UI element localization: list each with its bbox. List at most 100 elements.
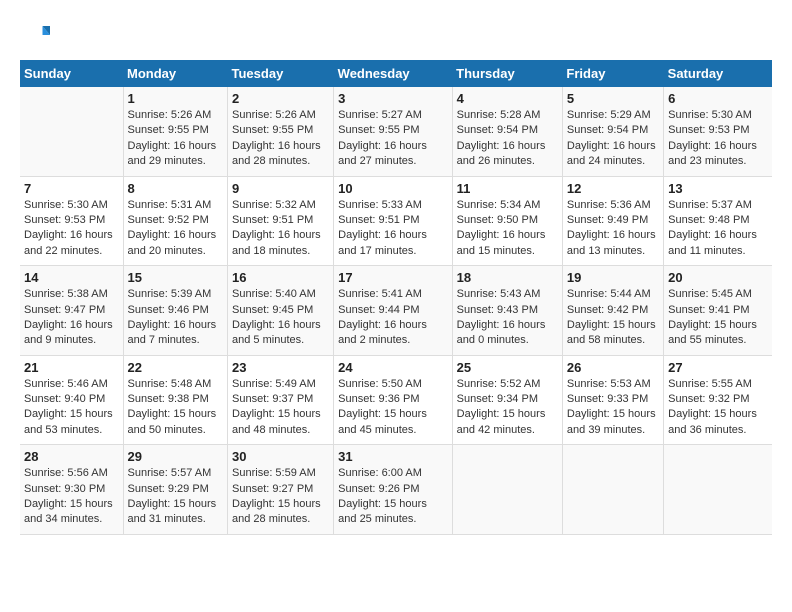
calendar-cell: 31 Sunrise: 6:00 AMSunset: 9:26 PMDayligh… bbox=[334, 445, 453, 535]
day-number: 14 bbox=[24, 270, 119, 285]
calendar-cell: 19 Sunrise: 5:44 AMSunset: 9:42 PMDayligh… bbox=[562, 266, 663, 356]
cell-info: Sunrise: 5:53 AMSunset: 9:33 PMDaylight:… bbox=[567, 377, 659, 439]
day-number: 7 bbox=[24, 181, 119, 196]
cell-info: Sunrise: 5:38 AMSunset: 9:47 PMDaylight:… bbox=[24, 287, 119, 349]
cell-info: Sunrise: 5:57 AMSunset: 9:29 PMDaylight:… bbox=[128, 466, 224, 528]
day-number: 4 bbox=[457, 91, 558, 106]
day-number: 24 bbox=[338, 360, 448, 375]
header-row: SundayMondayTuesdayWednesdayThursdayFrid… bbox=[20, 60, 772, 87]
cell-info: Sunrise: 6:00 AMSunset: 9:26 PMDaylight:… bbox=[338, 466, 448, 528]
header-day-wednesday: Wednesday bbox=[334, 60, 453, 87]
logo bbox=[20, 20, 54, 50]
day-number: 9 bbox=[232, 181, 329, 196]
week-row-3: 21 Sunrise: 5:46 AMSunset: 9:40 PMDayligh… bbox=[20, 355, 772, 445]
calendar-cell: 7 Sunrise: 5:30 AMSunset: 9:53 PMDaylight… bbox=[20, 176, 123, 266]
calendar-cell: 20 Sunrise: 5:45 AMSunset: 9:41 PMDayligh… bbox=[664, 266, 772, 356]
day-number: 21 bbox=[24, 360, 119, 375]
cell-info: Sunrise: 5:55 AMSunset: 9:32 PMDaylight:… bbox=[668, 377, 768, 439]
calendar-cell: 11 Sunrise: 5:34 AMSunset: 9:50 PMDayligh… bbox=[452, 176, 562, 266]
day-number: 18 bbox=[457, 270, 558, 285]
day-number: 10 bbox=[338, 181, 448, 196]
calendar-cell: 14 Sunrise: 5:38 AMSunset: 9:47 PMDayligh… bbox=[20, 266, 123, 356]
calendar-cell: 23Sunrise: 5:49 AMSunset: 9:37 PMDayligh… bbox=[228, 355, 334, 445]
cell-info: Sunrise: 5:30 AMSunset: 9:53 PMDaylight:… bbox=[24, 198, 119, 260]
day-number: 30 bbox=[232, 449, 329, 464]
day-number: 26 bbox=[567, 360, 659, 375]
cell-info: Sunrise: 5:32 AMSunset: 9:51 PMDaylight:… bbox=[232, 198, 329, 260]
cell-info: Sunrise: 5:56 AMSunset: 9:30 PMDaylight:… bbox=[24, 466, 119, 528]
day-number: 27 bbox=[668, 360, 768, 375]
day-number: 5 bbox=[567, 91, 659, 106]
calendar-table: SundayMondayTuesdayWednesdayThursdayFrid… bbox=[20, 60, 772, 535]
cell-info: Sunrise: 5:34 AMSunset: 9:50 PMDaylight:… bbox=[457, 198, 558, 260]
calendar-body: 1 Sunrise: 5:26 AMSunset: 9:55 PMDaylight… bbox=[20, 87, 772, 534]
day-number: 6 bbox=[668, 91, 768, 106]
cell-info: Sunrise: 5:52 AMSunset: 9:34 PMDaylight:… bbox=[457, 377, 558, 439]
calendar-cell: 12 Sunrise: 5:36 AMSunset: 9:49 PMDayligh… bbox=[562, 176, 663, 266]
calendar-cell: 30 Sunrise: 5:59 AMSunset: 9:27 PMDayligh… bbox=[228, 445, 334, 535]
cell-info: Sunrise: 5:28 AMSunset: 9:54 PMDaylight:… bbox=[457, 108, 558, 170]
calendar-cell bbox=[664, 445, 772, 535]
cell-info: Sunrise: 5:31 AMSunset: 9:52 PMDaylight:… bbox=[128, 198, 224, 260]
calendar-cell: 25 Sunrise: 5:52 AMSunset: 9:34 PMDayligh… bbox=[452, 355, 562, 445]
day-number: 1 bbox=[128, 91, 224, 106]
cell-info: Sunrise: 5:36 AMSunset: 9:49 PMDaylight:… bbox=[567, 198, 659, 260]
calendar-cell: 9 Sunrise: 5:32 AMSunset: 9:51 PMDaylight… bbox=[228, 176, 334, 266]
cell-info: Sunrise: 5:48 AMSunset: 9:38 PMDaylight:… bbox=[128, 377, 224, 439]
cell-info: Sunrise: 5:26 AMSunset: 9:55 PMDaylight:… bbox=[128, 108, 224, 170]
calendar-cell bbox=[562, 445, 663, 535]
header-day-monday: Monday bbox=[123, 60, 228, 87]
calendar-cell: 26 Sunrise: 5:53 AMSunset: 9:33 PMDayligh… bbox=[562, 355, 663, 445]
calendar-header: SundayMondayTuesdayWednesdayThursdayFrid… bbox=[20, 60, 772, 87]
cell-info: Sunrise: 5:29 AMSunset: 9:54 PMDaylight:… bbox=[567, 108, 659, 170]
cell-info: Sunrise: 5:46 AMSunset: 9:40 PMDaylight:… bbox=[24, 377, 119, 439]
cell-info: Sunrise: 5:59 AMSunset: 9:27 PMDaylight:… bbox=[232, 466, 329, 528]
logo-icon bbox=[20, 20, 50, 50]
day-number: 22 bbox=[128, 360, 224, 375]
day-number: 17 bbox=[338, 270, 448, 285]
day-number: 11 bbox=[457, 181, 558, 196]
cell-info: Sunrise: 5:39 AMSunset: 9:46 PMDaylight:… bbox=[128, 287, 224, 349]
calendar-cell: 22 Sunrise: 5:48 AMSunset: 9:38 PMDayligh… bbox=[123, 355, 228, 445]
day-number: 20 bbox=[668, 270, 768, 285]
cell-info: Sunrise: 5:37 AMSunset: 9:48 PMDaylight:… bbox=[668, 198, 768, 260]
day-number: 19 bbox=[567, 270, 659, 285]
day-number: 25 bbox=[457, 360, 558, 375]
header-day-sunday: Sunday bbox=[20, 60, 123, 87]
day-number: 13 bbox=[668, 181, 768, 196]
calendar-cell: 27 Sunrise: 5:55 AMSunset: 9:32 PMDayligh… bbox=[664, 355, 772, 445]
calendar-cell: 18Sunrise: 5:43 AMSunset: 9:43 PMDayligh… bbox=[452, 266, 562, 356]
cell-info: Sunrise: 5:44 AMSunset: 9:42 PMDaylight:… bbox=[567, 287, 659, 349]
header-day-saturday: Saturday bbox=[664, 60, 772, 87]
calendar-cell: 10 Sunrise: 5:33 AMSunset: 9:51 PMDayligh… bbox=[334, 176, 453, 266]
day-number: 31 bbox=[338, 449, 448, 464]
day-number: 16 bbox=[232, 270, 329, 285]
calendar-cell bbox=[20, 87, 123, 176]
cell-info: Sunrise: 5:27 AMSunset: 9:55 PMDaylight:… bbox=[338, 108, 448, 170]
day-number: 12 bbox=[567, 181, 659, 196]
header-day-friday: Friday bbox=[562, 60, 663, 87]
day-number: 15 bbox=[128, 270, 224, 285]
day-number: 29 bbox=[128, 449, 224, 464]
calendar-cell: 1 Sunrise: 5:26 AMSunset: 9:55 PMDaylight… bbox=[123, 87, 228, 176]
cell-info: Sunrise: 5:45 AMSunset: 9:41 PMDaylight:… bbox=[668, 287, 768, 349]
calendar-cell: 4 Sunrise: 5:28 AMSunset: 9:54 PMDaylight… bbox=[452, 87, 562, 176]
cell-info: Sunrise: 5:30 AMSunset: 9:53 PMDaylight:… bbox=[668, 108, 768, 170]
cell-info: Sunrise: 5:33 AMSunset: 9:51 PMDaylight:… bbox=[338, 198, 448, 260]
calendar-cell: 16 Sunrise: 5:40 AMSunset: 9:45 PMDayligh… bbox=[228, 266, 334, 356]
week-row-1: 7 Sunrise: 5:30 AMSunset: 9:53 PMDaylight… bbox=[20, 176, 772, 266]
calendar-cell: 13 Sunrise: 5:37 AMSunset: 9:48 PMDayligh… bbox=[664, 176, 772, 266]
calendar-cell: 5 Sunrise: 5:29 AMSunset: 9:54 PMDaylight… bbox=[562, 87, 663, 176]
day-number: 23 bbox=[232, 360, 329, 375]
header-day-thursday: Thursday bbox=[452, 60, 562, 87]
day-number: 2 bbox=[232, 91, 329, 106]
header bbox=[20, 20, 772, 50]
day-number: 28 bbox=[24, 449, 119, 464]
calendar-cell: 2Sunrise: 5:26 AMSunset: 9:55 PMDaylight… bbox=[228, 87, 334, 176]
header-day-tuesday: Tuesday bbox=[228, 60, 334, 87]
calendar-cell: 3Sunrise: 5:27 AMSunset: 9:55 PMDaylight… bbox=[334, 87, 453, 176]
cell-info: Sunrise: 5:41 AMSunset: 9:44 PMDaylight:… bbox=[338, 287, 448, 349]
cell-info: Sunrise: 5:40 AMSunset: 9:45 PMDaylight:… bbox=[232, 287, 329, 349]
calendar-cell: 17 Sunrise: 5:41 AMSunset: 9:44 PMDayligh… bbox=[334, 266, 453, 356]
day-number: 8 bbox=[128, 181, 224, 196]
